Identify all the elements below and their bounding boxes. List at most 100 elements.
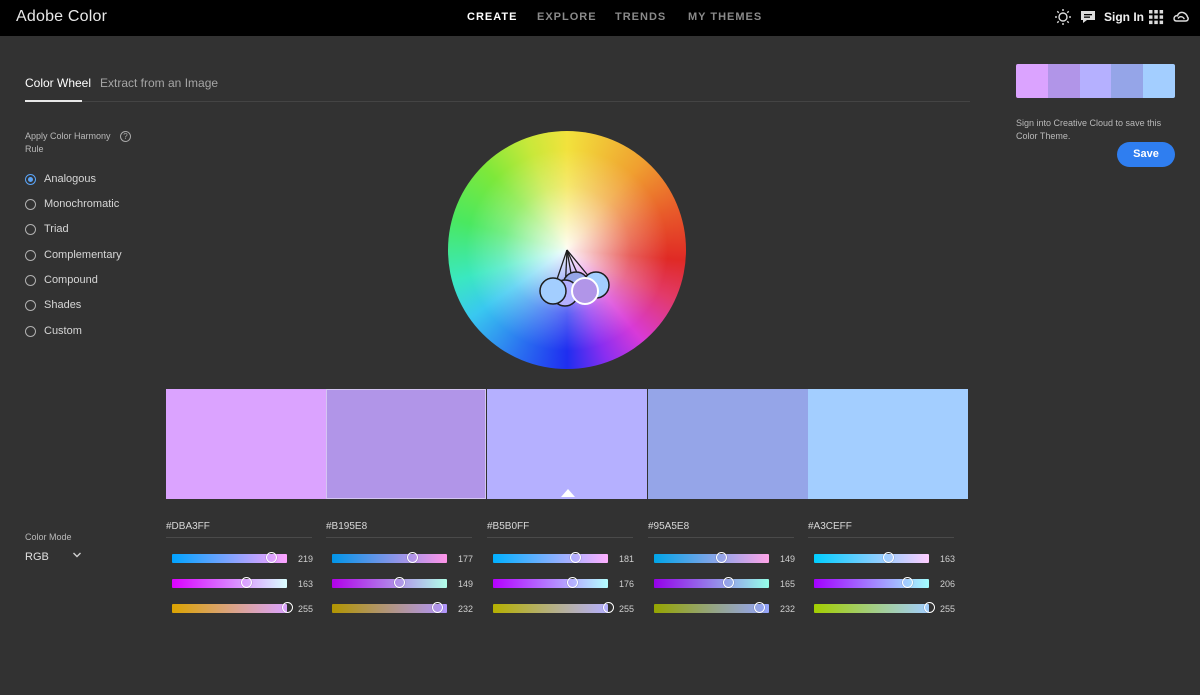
- wheel-handles[interactable]: [448, 131, 686, 369]
- nav-trends[interactable]: TRENDS: [615, 11, 666, 23]
- slider-knob[interactable]: [603, 602, 614, 613]
- slider-b[interactable]: [332, 602, 447, 613]
- slider-knob[interactable]: [406, 552, 418, 563]
- slider-b[interactable]: [814, 602, 935, 613]
- slider-b[interactable]: [172, 602, 293, 613]
- rule-monochromatic[interactable]: Monochromatic: [25, 196, 119, 212]
- slider-knob[interactable]: [723, 577, 735, 588]
- slider-g[interactable]: [493, 577, 608, 588]
- theme-preview-swatch: [1016, 64, 1048, 98]
- nav-create[interactable]: CREATE: [467, 11, 517, 23]
- swatch-3[interactable]: [487, 389, 647, 499]
- creative-cloud-icon[interactable]: [1172, 8, 1190, 26]
- sign-in-link[interactable]: Sign In: [1104, 10, 1144, 24]
- hex-value[interactable]: #B5B0FF: [487, 521, 529, 532]
- value-b[interactable]: 255: [298, 604, 313, 614]
- app-title[interactable]: Adobe Color: [16, 8, 107, 26]
- slider-g[interactable]: [654, 577, 769, 588]
- slider-r[interactable]: [654, 552, 769, 563]
- handle-1[interactable]: [539, 277, 567, 305]
- color-column-1: #DBA3FF 219 163 255: [166, 521, 316, 621]
- slider-r[interactable]: [814, 552, 929, 563]
- swatch-5[interactable]: [808, 389, 968, 499]
- radio-icon[interactable]: [25, 223, 36, 235]
- rule-label: Compound: [44, 274, 98, 286]
- hex-divider: [166, 537, 312, 538]
- harmony-rule-label: Apply Color Harmony Rule: [25, 131, 111, 154]
- value-r[interactable]: 219: [298, 554, 313, 564]
- slider-knob[interactable]: [882, 552, 894, 563]
- slider-knob[interactable]: [924, 602, 935, 613]
- swatch-2[interactable]: [326, 389, 486, 499]
- value-r[interactable]: 163: [940, 554, 955, 564]
- radio-icon[interactable]: [25, 274, 36, 286]
- hex-value[interactable]: #95A5E8: [648, 521, 689, 532]
- slider-b[interactable]: [654, 602, 769, 613]
- chevron-down-icon[interactable]: [72, 550, 82, 560]
- rule-complementary[interactable]: Complementary: [25, 247, 122, 263]
- value-r[interactable]: 181: [619, 554, 634, 564]
- rule-analogous[interactable]: Analogous: [25, 171, 96, 187]
- rule-shades[interactable]: Shades: [25, 297, 81, 313]
- top-bar: Adobe Color CREATE EXPLORE TRENDS MY THE…: [0, 0, 1200, 36]
- hex-value[interactable]: #A3CEFF: [808, 521, 852, 532]
- value-r[interactable]: 149: [780, 554, 795, 564]
- slider-knob[interactable]: [567, 577, 579, 588]
- radio-icon[interactable]: [25, 325, 36, 337]
- slider-knob[interactable]: [240, 577, 252, 588]
- value-b[interactable]: 232: [780, 604, 795, 614]
- nav-my-themes[interactable]: MY THEMES: [688, 11, 762, 23]
- save-button[interactable]: Save: [1117, 142, 1175, 167]
- rule-triad[interactable]: Triad: [25, 221, 69, 237]
- color-mode-select[interactable]: RGB: [25, 551, 49, 563]
- handle-selected[interactable]: [571, 277, 599, 305]
- slider-knob[interactable]: [716, 552, 728, 563]
- tab-color-wheel[interactable]: Color Wheel: [25, 76, 91, 90]
- slider-g[interactable]: [172, 577, 287, 588]
- value-g[interactable]: 176: [619, 579, 634, 589]
- value-g[interactable]: 163: [298, 579, 313, 589]
- slider-knob[interactable]: [282, 602, 293, 613]
- slider-g[interactable]: [332, 577, 447, 588]
- theme-preview-swatch: [1143, 64, 1175, 98]
- hex-divider: [326, 537, 472, 538]
- hex-value[interactable]: #B195E8: [326, 521, 367, 532]
- radio-icon[interactable]: [25, 198, 36, 210]
- value-g[interactable]: 206: [940, 579, 955, 589]
- theme-preview-swatch: [1047, 64, 1080, 98]
- rule-custom[interactable]: Custom: [25, 323, 82, 339]
- active-tab-indicator: [25, 100, 82, 102]
- radio-icon[interactable]: [25, 299, 36, 311]
- rule-compound[interactable]: Compound: [25, 272, 98, 288]
- value-b[interactable]: 232: [458, 604, 473, 614]
- apps-grid-icon[interactable]: [1147, 8, 1165, 26]
- slider-b[interactable]: [493, 602, 614, 613]
- slider-r[interactable]: [172, 552, 287, 563]
- slider-knob[interactable]: [569, 552, 581, 563]
- theme-preview: [1016, 64, 1175, 98]
- value-b[interactable]: 255: [619, 604, 634, 614]
- hex-value[interactable]: #DBA3FF: [166, 521, 210, 532]
- swatch-4[interactable]: [648, 389, 808, 499]
- brightness-icon[interactable]: [1054, 8, 1072, 26]
- slider-knob[interactable]: [394, 577, 406, 588]
- swatch-1[interactable]: [166, 389, 326, 499]
- value-g[interactable]: 165: [780, 579, 795, 589]
- tab-extract-from-image[interactable]: Extract from an Image: [100, 76, 218, 90]
- slider-knob[interactable]: [431, 602, 443, 613]
- value-g[interactable]: 149: [458, 579, 473, 589]
- slider-r[interactable]: [332, 552, 447, 563]
- help-icon[interactable]: ?: [120, 131, 131, 142]
- slider-knob[interactable]: [265, 552, 277, 563]
- feedback-icon[interactable]: [1079, 8, 1097, 26]
- slider-r[interactable]: [493, 552, 608, 563]
- value-r[interactable]: 177: [458, 554, 473, 564]
- value-b[interactable]: 255: [940, 604, 955, 614]
- slider-knob[interactable]: [753, 602, 765, 613]
- radio-icon[interactable]: [25, 249, 36, 261]
- color-column-3: #B5B0FF 181 176 255: [487, 521, 637, 621]
- radio-checked-icon[interactable]: [25, 173, 36, 185]
- slider-g[interactable]: [814, 577, 929, 588]
- slider-knob[interactable]: [901, 577, 913, 588]
- nav-explore[interactable]: EXPLORE: [537, 11, 597, 23]
